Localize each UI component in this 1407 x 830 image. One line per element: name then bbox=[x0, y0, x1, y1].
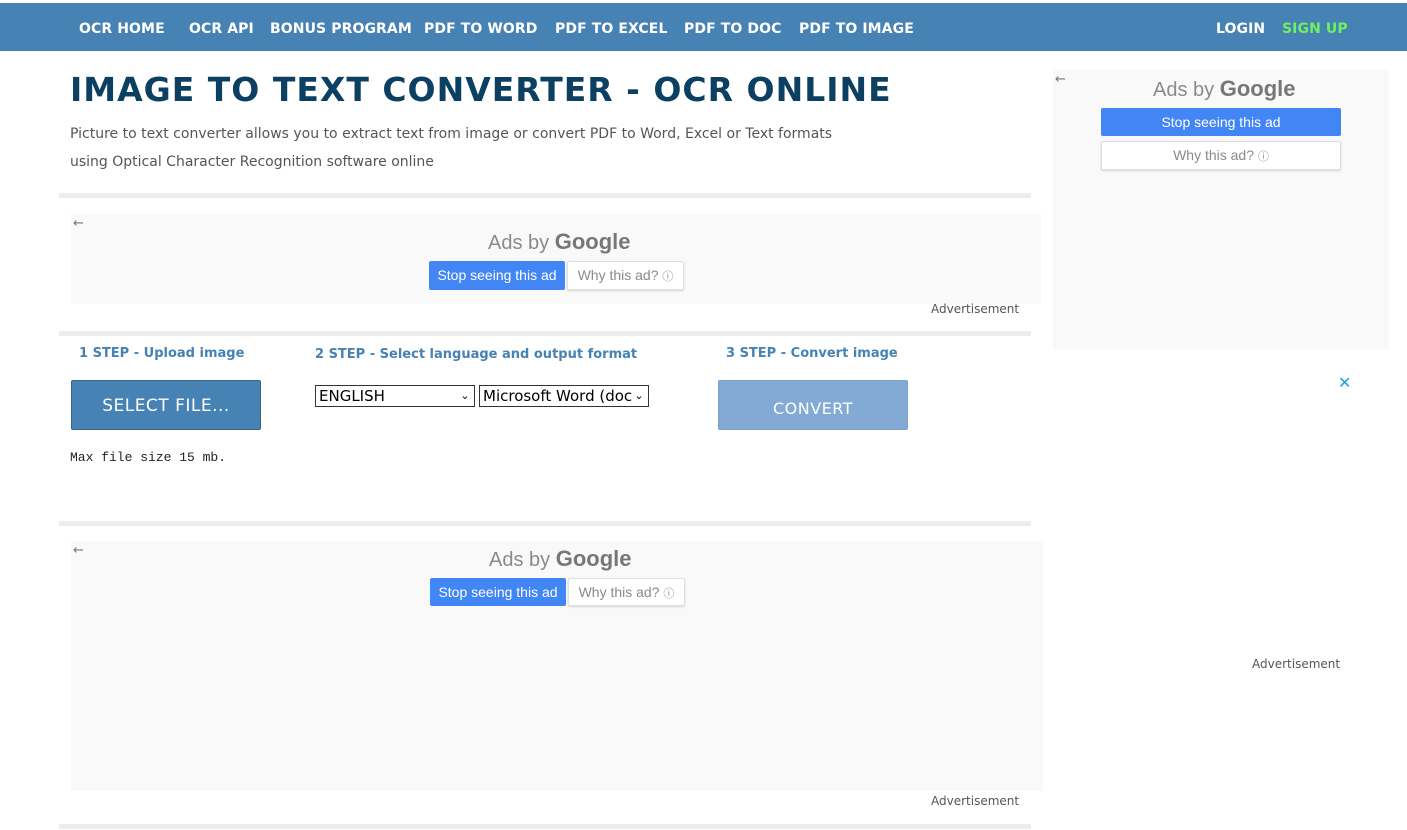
info-icon: ⓘ bbox=[1257, 151, 1269, 163]
nav-ocr-home[interactable]: OCR HOME bbox=[79, 20, 165, 38]
convert-button[interactable]: CONVERT bbox=[718, 380, 908, 430]
ad-sidebar: ← Ads by Google Stop seeing this ad Why … bbox=[1053, 70, 1389, 350]
stop-seeing-ad-button[interactable]: Stop seeing this ad bbox=[1101, 108, 1341, 136]
signup-link[interactable]: SIGN UP bbox=[1282, 20, 1348, 38]
page-title: IMAGE TO TEXT CONVERTER - OCR ONLINE bbox=[70, 70, 892, 109]
nav-pdf-to-excel[interactable]: PDF TO EXCEL bbox=[555, 20, 667, 38]
ad-banner-bottom: ← Ads by Google Stop seeing this ad Why … bbox=[71, 541, 1043, 791]
chevron-down-icon: ⌄ bbox=[458, 386, 472, 406]
top-navbar: OCR HOME OCR API BONUS PROGRAM PDF TO WO… bbox=[0, 3, 1407, 51]
section-divider bbox=[59, 331, 1031, 336]
ad-back-arrow-icon[interactable]: ← bbox=[73, 544, 84, 558]
close-ad-icon[interactable]: ✕ bbox=[1338, 375, 1351, 391]
ads-by-google-label: Ads by Google bbox=[1153, 77, 1296, 102]
language-select[interactable]: ENGLISH ⌄ bbox=[315, 385, 475, 407]
max-file-size-note: Max file size 15 mb. bbox=[70, 450, 227, 465]
ad-back-arrow-icon[interactable]: ← bbox=[73, 217, 84, 231]
section-divider bbox=[59, 824, 1031, 829]
nav-pdf-to-word[interactable]: PDF TO WORD bbox=[424, 20, 538, 38]
step3-title: 3 STEP - Convert image bbox=[726, 346, 898, 361]
advertisement-label: Advertisement bbox=[931, 794, 1020, 808]
why-this-ad-label: Why this ad? bbox=[1173, 147, 1255, 163]
language-select-value: ENGLISH bbox=[319, 387, 385, 405]
ads-by-text: Ads by bbox=[488, 232, 550, 254]
ads-by-text: Ads by bbox=[1153, 79, 1215, 101]
why-this-ad-label: Why this ad? bbox=[577, 267, 659, 283]
section-divider bbox=[59, 193, 1031, 198]
select-file-button[interactable]: SELECT FILE... bbox=[71, 380, 261, 430]
output-format-select[interactable]: Microsoft Word (doc ⌄ bbox=[479, 385, 649, 407]
nav-bonus-program[interactable]: BONUS PROGRAM bbox=[270, 20, 412, 38]
output-format-select-value: Microsoft Word (doc bbox=[483, 387, 633, 405]
ad-back-arrow-icon[interactable]: ← bbox=[1055, 73, 1066, 87]
section-divider bbox=[59, 521, 1031, 526]
info-icon: ⓘ bbox=[662, 271, 674, 283]
page-subtitle: Picture to text converter allows you to … bbox=[70, 126, 833, 170]
google-logo-text: Google bbox=[1219, 76, 1296, 101]
chevron-down-icon: ⌄ bbox=[632, 386, 646, 406]
nav-pdf-to-image[interactable]: PDF TO IMAGE bbox=[799, 20, 914, 38]
google-logo-text: Google bbox=[555, 546, 632, 571]
nav-pdf-to-doc[interactable]: PDF TO DOC bbox=[684, 20, 781, 38]
stop-seeing-ad-button[interactable]: Stop seeing this ad bbox=[430, 578, 566, 606]
nav-ocr-api[interactable]: OCR API bbox=[189, 20, 254, 38]
stop-seeing-ad-button[interactable]: Stop seeing this ad bbox=[429, 261, 565, 290]
ad-banner-top: ← Ads by Google Stop seeing this ad Why … bbox=[71, 214, 1041, 304]
info-icon: ⓘ bbox=[663, 588, 675, 600]
why-this-ad-button[interactable]: Why this ad? ⓘ bbox=[1101, 141, 1341, 170]
step2-title: 2 STEP - Select language and output form… bbox=[315, 347, 638, 362]
why-this-ad-label: Why this ad? bbox=[578, 584, 660, 600]
why-this-ad-button[interactable]: Why this ad? ⓘ bbox=[568, 578, 685, 606]
ads-by-google-label: Ads by Google bbox=[489, 547, 632, 572]
step1-title: 1 STEP - Upload image bbox=[79, 346, 245, 361]
login-link[interactable]: LOGIN bbox=[1216, 20, 1265, 38]
ads-by-text: Ads by bbox=[489, 549, 551, 571]
advertisement-label: Advertisement bbox=[1252, 657, 1341, 671]
why-this-ad-button[interactable]: Why this ad? ⓘ bbox=[567, 261, 684, 290]
advertisement-label: Advertisement bbox=[931, 302, 1020, 316]
google-logo-text: Google bbox=[554, 229, 631, 254]
ads-by-google-label: Ads by Google bbox=[488, 230, 631, 255]
